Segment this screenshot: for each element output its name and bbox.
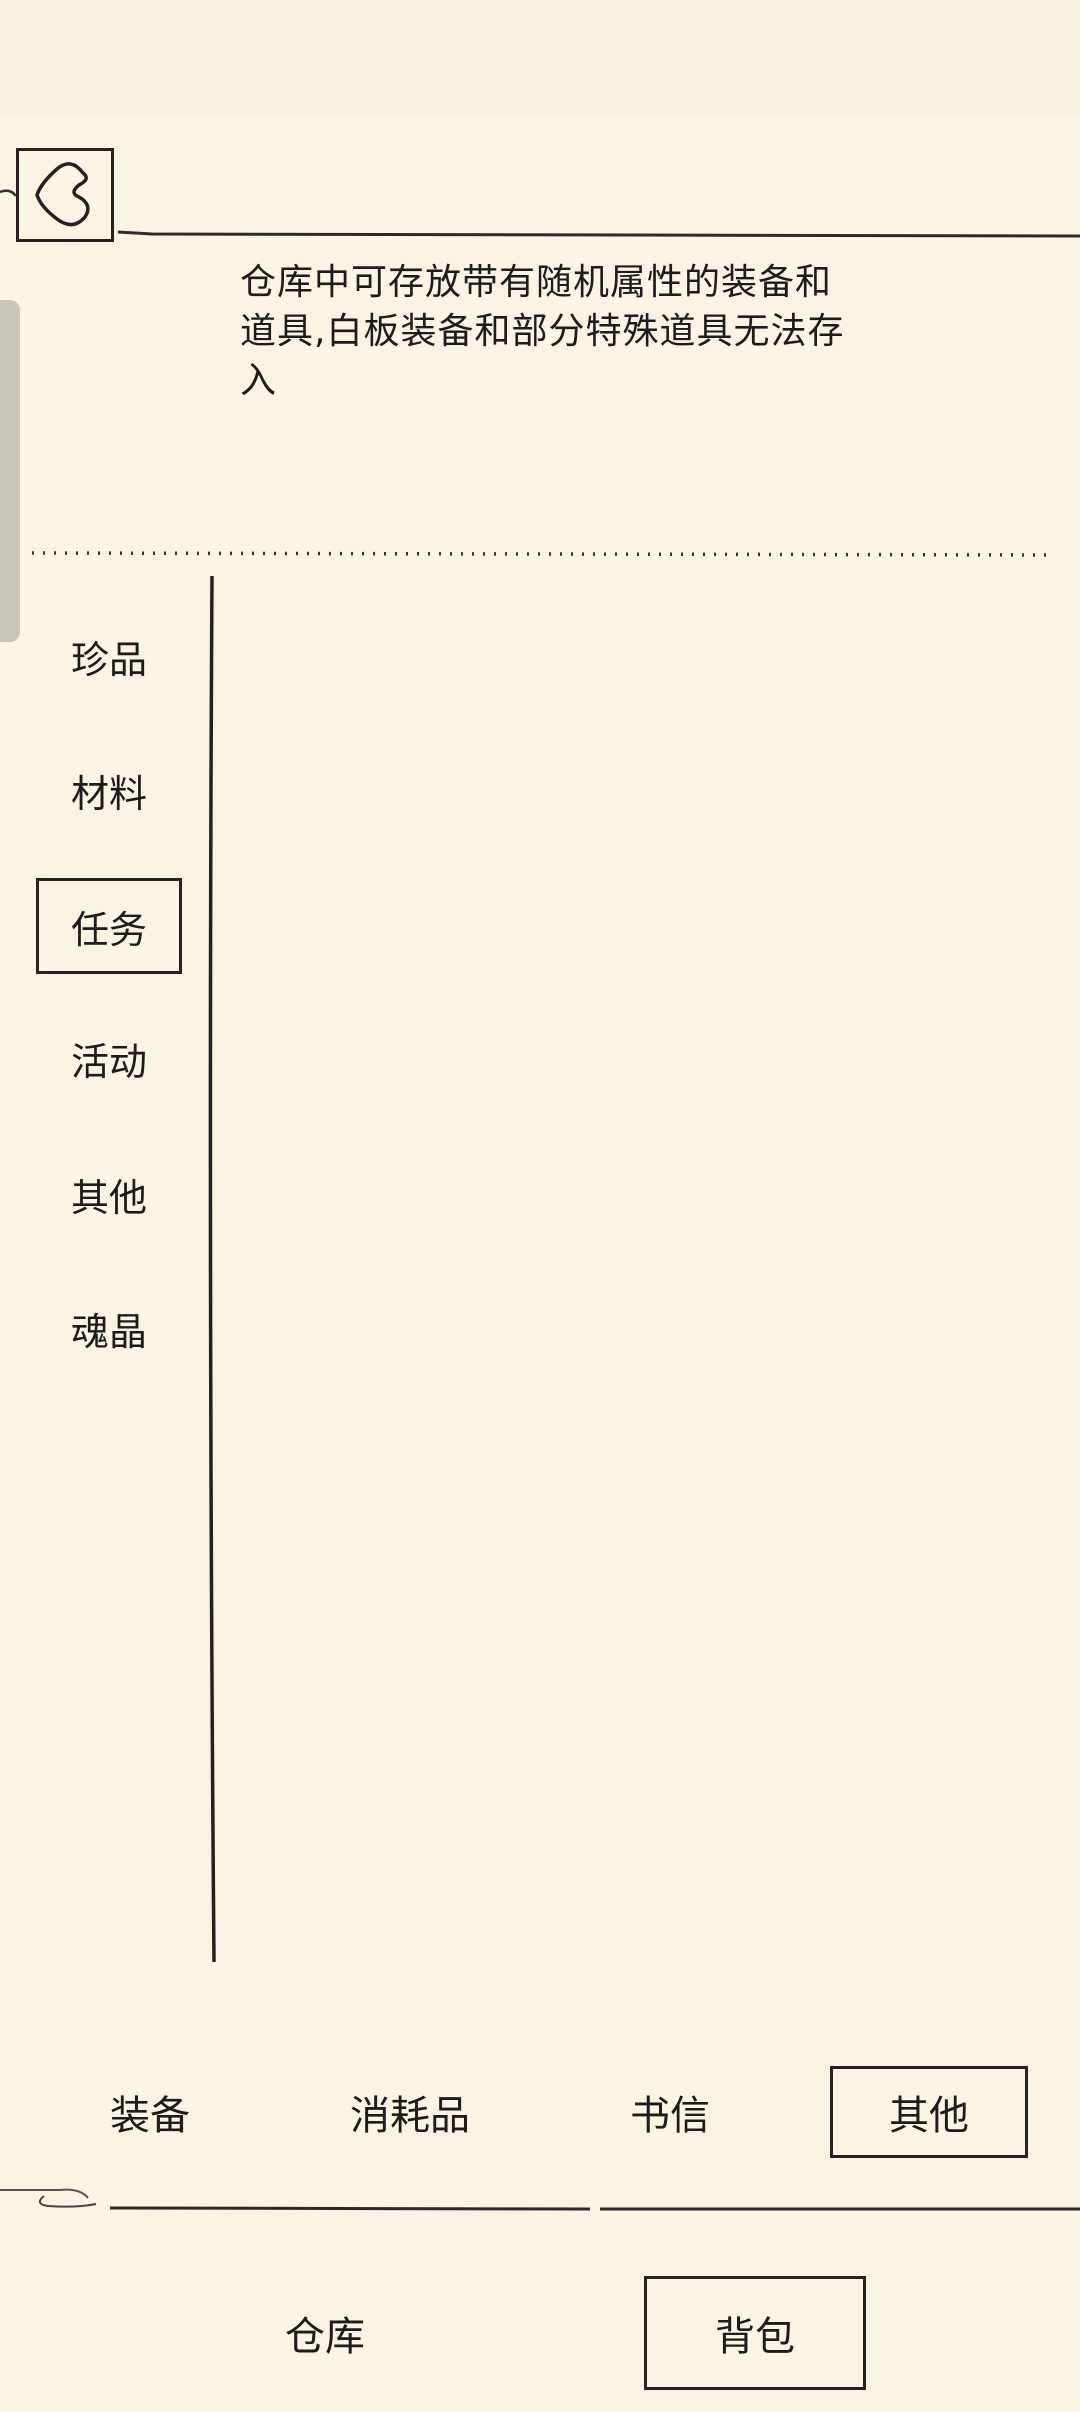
tab-warehouse[interactable]: 仓库 xyxy=(230,2276,420,2390)
category-rare[interactable]: 珍品 xyxy=(36,608,182,704)
tab-consumables[interactable]: 消耗品 xyxy=(330,2066,490,2158)
storage-switch-tabs: 仓库 背包 xyxy=(0,2276,1080,2396)
category-soul-crystal[interactable]: 魂晶 xyxy=(36,1280,182,1376)
back-arrow-icon xyxy=(35,162,90,227)
tab-other[interactable]: 其他 xyxy=(830,2066,1028,2158)
side-drawer-handle[interactable] xyxy=(0,300,20,642)
category-quest[interactable]: 任务 xyxy=(36,878,182,974)
item-type-tabs: 装备 消耗品 书信 其他 xyxy=(0,2066,1080,2162)
tab-backpack[interactable]: 背包 xyxy=(644,2276,866,2390)
tab-letters[interactable]: 书信 xyxy=(600,2066,740,2158)
back-button[interactable] xyxy=(16,148,114,242)
item-grid xyxy=(220,576,1060,1956)
category-other[interactable]: 其他 xyxy=(36,1146,182,1242)
category-materials[interactable]: 材料 xyxy=(36,742,182,838)
category-events[interactable]: 活动 xyxy=(36,1010,182,1106)
warehouse-description: 仓库中可存放带有随机属性的装备和道具,白板装备和部分特殊道具无法存入 xyxy=(240,262,845,401)
top-strip xyxy=(0,0,1080,118)
tab-equipment[interactable]: 装备 xyxy=(80,2066,220,2158)
